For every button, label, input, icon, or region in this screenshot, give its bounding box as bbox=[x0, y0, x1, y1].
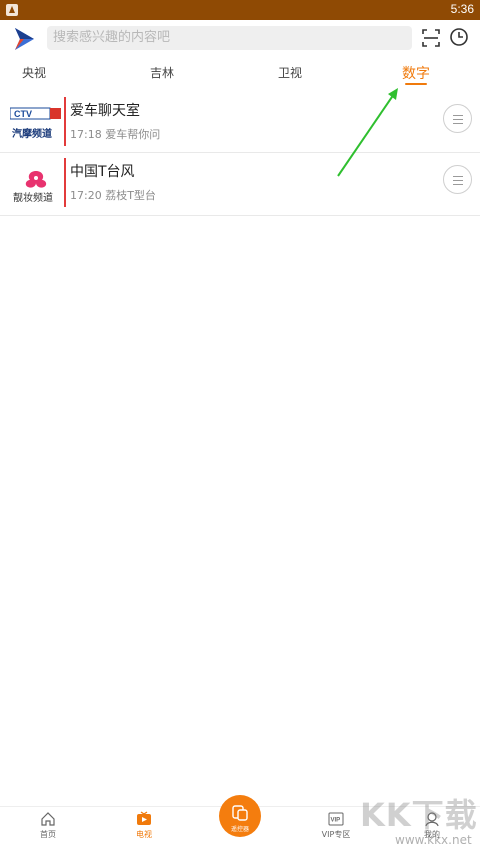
nav-label: 电视 bbox=[136, 830, 152, 839]
status-time: 5:36 bbox=[450, 2, 474, 16]
motor-channel-logo-icon: CTV 汽摩频道 bbox=[9, 107, 61, 140]
nav-home[interactable]: 首页 bbox=[18, 811, 78, 840]
watermark-url: www.kkx.net bbox=[395, 833, 472, 847]
tab-cctv[interactable]: 央视 bbox=[22, 64, 46, 81]
program-title: 中国T台风 bbox=[70, 164, 135, 180]
channel-menu-button[interactable] bbox=[443, 165, 472, 194]
next-program: 荔枝T型台 bbox=[105, 189, 156, 202]
program-schedule: 17:20 荔枝T型台 bbox=[70, 187, 156, 203]
channel-logo: CTV 汽摩频道 bbox=[9, 106, 62, 142]
scan-icon[interactable] bbox=[421, 28, 441, 48]
remote-label: 遥控器 bbox=[230, 826, 249, 833]
active-tab-indicator bbox=[405, 83, 427, 85]
history-clock-icon[interactable] bbox=[449, 27, 469, 47]
remote-control-button[interactable]: 遥控器 bbox=[219, 795, 261, 837]
channel-logo-text: CTV bbox=[14, 109, 32, 119]
tab-jilin[interactable]: 吉林 bbox=[150, 64, 174, 81]
svg-text:VIP: VIP bbox=[331, 818, 341, 824]
home-icon bbox=[41, 812, 55, 826]
channel-row[interactable]: CTV 汽摩频道 爱车聊天室 17:18 爱车帮你问 bbox=[0, 92, 480, 153]
channel-menu-button[interactable] bbox=[443, 104, 472, 133]
program-time: 17:20 bbox=[70, 189, 102, 202]
nav-tv[interactable]: 电视 bbox=[114, 811, 174, 840]
nav-label: VIP专区 bbox=[321, 830, 351, 839]
status-bar: 5:36 bbox=[0, 0, 480, 20]
channel-logo-caption: 汽摩频道 bbox=[12, 127, 52, 140]
channel-divider bbox=[64, 97, 66, 146]
nav-label: 首页 bbox=[40, 830, 56, 839]
tab-satellite[interactable]: 卫视 bbox=[278, 64, 302, 81]
channel-logo: 靓妆频道 bbox=[10, 167, 62, 204]
channel-row[interactable]: 靓妆频道 中国T台风 17:20 荔枝T型台 bbox=[0, 153, 480, 216]
nav-vip[interactable]: VIP VIP专区 bbox=[306, 811, 366, 840]
app-notification-icon bbox=[6, 4, 18, 16]
category-tabs: 央视 吉林 卫视 数字 bbox=[0, 60, 480, 92]
vip-icon: VIP bbox=[328, 812, 344, 826]
channel-logo-caption: 靓妆频道 bbox=[13, 191, 53, 203]
search-input[interactable]: 搜索感兴趣的内容吧 bbox=[47, 26, 412, 50]
tab-digital[interactable]: 数字 bbox=[402, 63, 430, 83]
next-program: 爱车帮你问 bbox=[105, 128, 161, 141]
channel-divider bbox=[64, 158, 66, 207]
program-time: 17:18 bbox=[70, 128, 102, 141]
program-schedule: 17:18 爱车帮你问 bbox=[70, 126, 160, 142]
program-title: 爱车聊天室 bbox=[70, 103, 140, 119]
beauty-channel-logo-icon: 靓妆频道 bbox=[13, 171, 53, 204]
tv-icon bbox=[137, 811, 151, 825]
top-bar: 搜索感兴趣的内容吧 bbox=[0, 20, 480, 60]
channel-list: CTV 汽摩频道 爱车聊天室 17:18 爱车帮你问 靓妆频道 中国T台风 17… bbox=[0, 92, 480, 216]
watermark-logo: KK下载 bbox=[360, 796, 478, 834]
remote-icon bbox=[232, 805, 248, 821]
app-logo-icon bbox=[15, 28, 34, 50]
